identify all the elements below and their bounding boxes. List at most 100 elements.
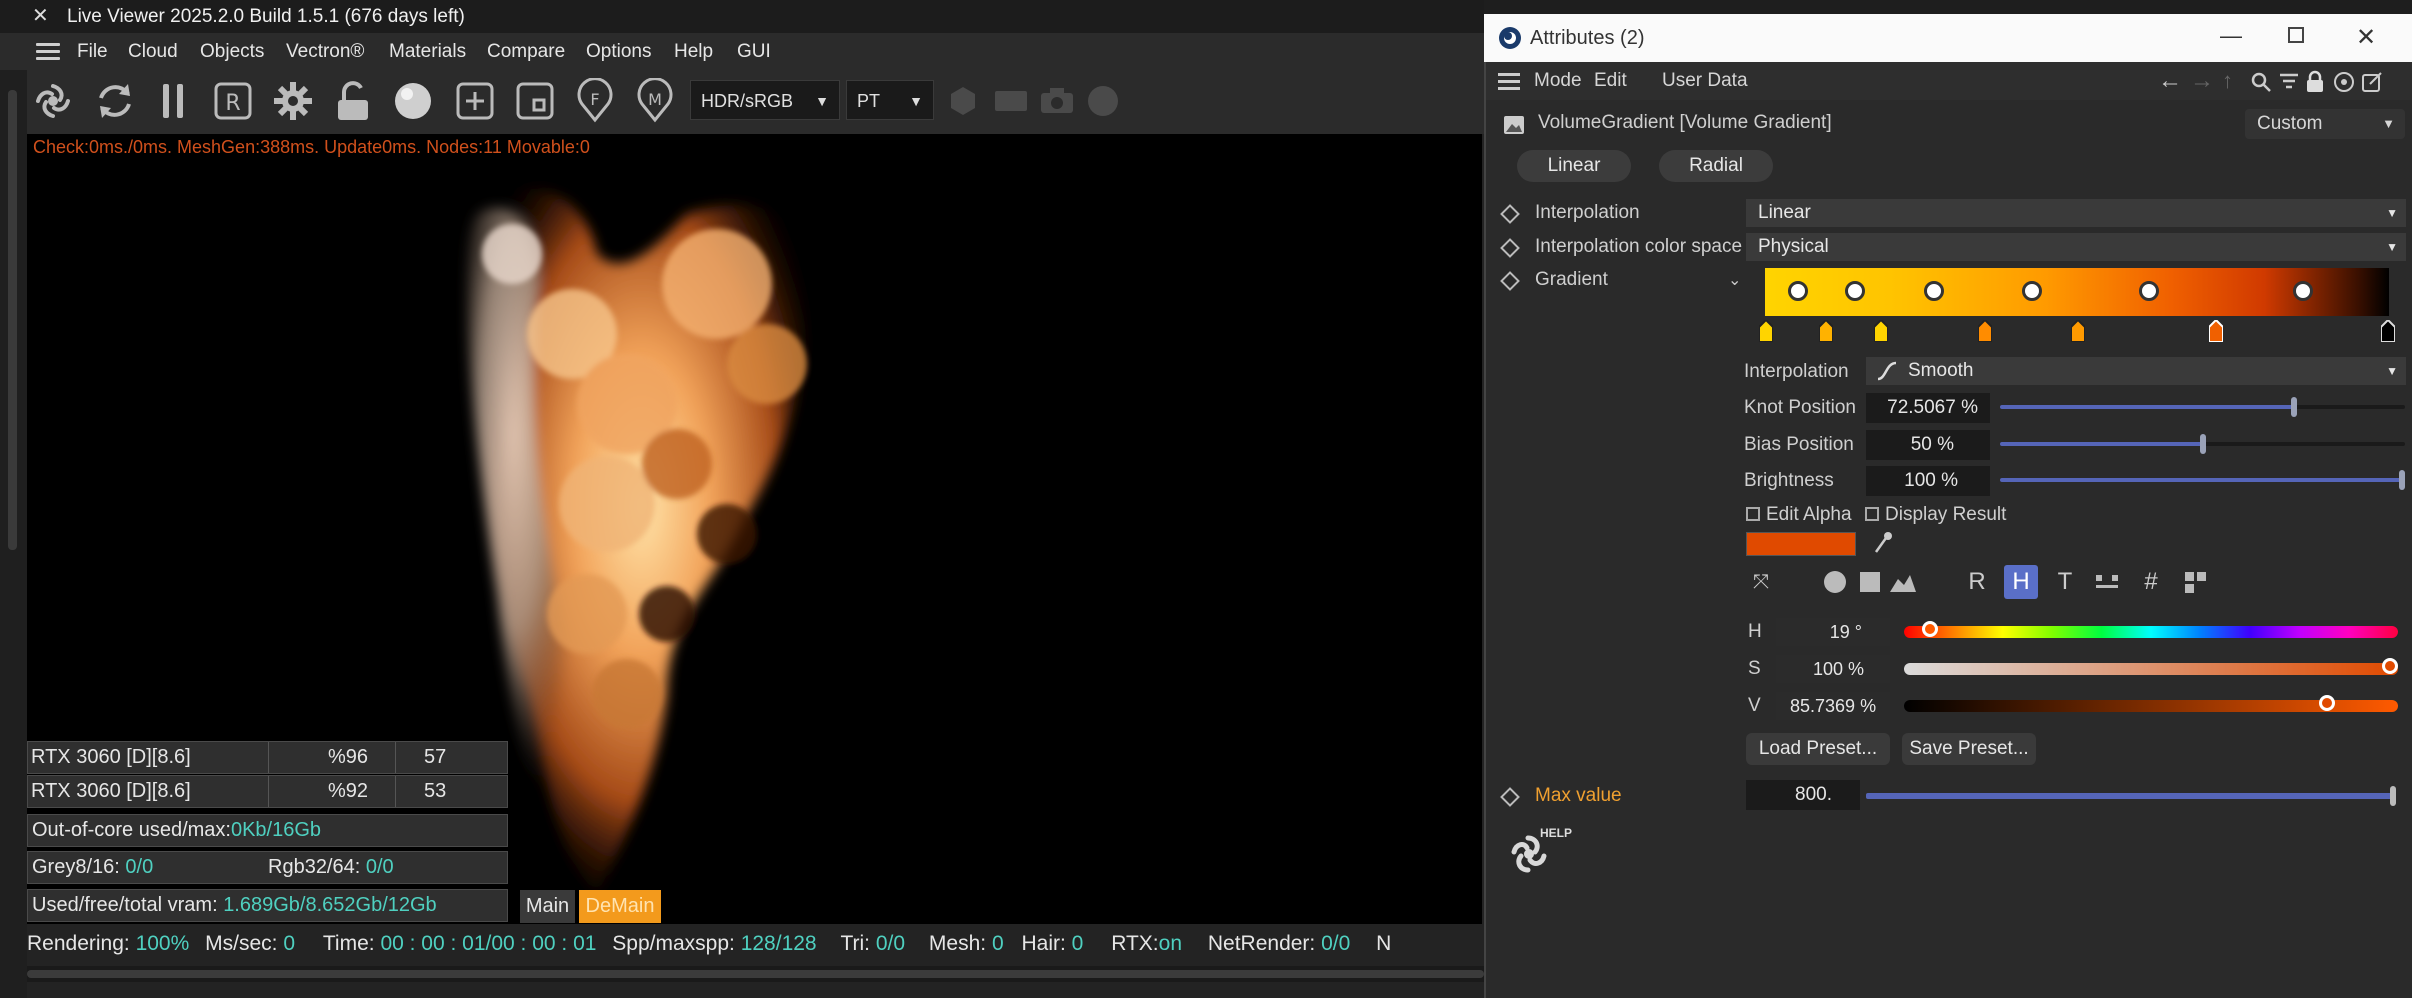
settings-gear-icon[interactable] bbox=[270, 78, 316, 124]
menu-cloud[interactable]: Cloud bbox=[128, 33, 178, 70]
search-icon[interactable] bbox=[2250, 71, 2272, 93]
target-icon[interactable] bbox=[2332, 70, 2356, 94]
load-preset-button[interactable]: Load Preset... bbox=[1746, 733, 1890, 765]
gradient-bias-knot[interactable] bbox=[2139, 281, 2159, 301]
color-space-select[interactable]: HDR/sRGB ▼ bbox=[690, 80, 840, 120]
material-pick-icon[interactable]: M bbox=[632, 78, 678, 124]
menu-vectron[interactable]: Vectron® bbox=[286, 33, 364, 70]
slider-knob[interactable] bbox=[2390, 786, 2396, 806]
add-region-icon[interactable] bbox=[452, 78, 498, 124]
edit-alpha-checkbox[interactable] bbox=[1746, 507, 1760, 521]
close-icon[interactable]: ✕ bbox=[32, 0, 49, 33]
hue-knob[interactable] bbox=[1922, 621, 1939, 637]
filter-icon[interactable] bbox=[2278, 71, 2300, 93]
menu-compare[interactable]: Compare bbox=[487, 33, 565, 70]
unlock-icon[interactable] bbox=[330, 78, 376, 124]
gradient-color-stop[interactable] bbox=[1874, 320, 1888, 342]
back-arrow-icon[interactable]: ← bbox=[2158, 62, 2182, 100]
menu-file[interactable]: File bbox=[77, 33, 108, 70]
saturation-slider[interactable] bbox=[1904, 658, 2398, 675]
tab-main[interactable]: Main bbox=[520, 890, 575, 923]
forward-arrow-icon[interactable]: → bbox=[2190, 62, 2214, 100]
slider-knob[interactable] bbox=[2199, 434, 2206, 454]
camera-icon[interactable] bbox=[1034, 78, 1080, 124]
gradient-color-stop[interactable] bbox=[1759, 320, 1773, 342]
new-window-icon[interactable] bbox=[2360, 70, 2384, 94]
eyedropper-icon[interactable] bbox=[1872, 530, 1894, 556]
up-arrow-icon[interactable]: ↑ bbox=[2222, 62, 2233, 100]
tab-radial[interactable]: Radial bbox=[1659, 150, 1773, 182]
viewer-horizontal-scrollbar[interactable] bbox=[27, 966, 1484, 982]
collapse-icon[interactable]: ⤧ bbox=[1744, 565, 1778, 599]
hex-dots-icon[interactable] bbox=[2090, 565, 2124, 599]
focus-pick-icon[interactable]: F bbox=[572, 78, 618, 124]
octane-logo-icon[interactable] bbox=[30, 78, 76, 124]
hue-slider[interactable] bbox=[1904, 621, 2398, 638]
tab-linear[interactable]: Linear bbox=[1517, 150, 1631, 182]
h-field[interactable]: 19 ° bbox=[1776, 618, 1890, 646]
save-preset-button[interactable]: Save Preset... bbox=[1902, 733, 2036, 765]
menu-edit[interactable]: Edit bbox=[1594, 62, 1627, 100]
menu-objects[interactable]: Objects bbox=[200, 33, 264, 70]
knot-position-slider[interactable] bbox=[2000, 397, 2405, 417]
gradient-color-stop[interactable] bbox=[1978, 320, 1992, 342]
gradient-color-stop[interactable] bbox=[1819, 320, 1833, 342]
hamburger-menu-icon[interactable] bbox=[36, 43, 60, 61]
temperature-mode-button[interactable]: T bbox=[2048, 565, 2082, 599]
value-knob[interactable] bbox=[2319, 695, 2336, 711]
s-field[interactable]: 100 % bbox=[1776, 655, 1890, 683]
menu-user-data[interactable]: User Data bbox=[1662, 62, 1748, 100]
interpolation-select[interactable]: Linear ▼ bbox=[1746, 199, 2406, 227]
slider-knob[interactable] bbox=[2290, 397, 2297, 417]
region-render-icon[interactable]: R bbox=[210, 78, 256, 124]
saturation-knob[interactable] bbox=[2382, 658, 2398, 674]
minimize-icon[interactable]: — bbox=[2220, 12, 2242, 60]
display-result-checkbox[interactable] bbox=[1865, 507, 1879, 521]
brightness-field[interactable]: 100 % bbox=[1866, 466, 1990, 496]
refresh-icon[interactable] bbox=[92, 78, 138, 124]
color-wheel-icon[interactable] bbox=[1818, 565, 1852, 599]
value-slider[interactable] bbox=[1904, 695, 2398, 712]
gradient-bias-knot[interactable] bbox=[1924, 281, 1944, 301]
chevron-down-icon[interactable]: ⌄ bbox=[1728, 270, 1741, 290]
viewer-left-scrollbar[interactable] bbox=[0, 70, 27, 998]
color-square-icon[interactable] bbox=[1853, 565, 1887, 599]
hsv-mode-button[interactable]: H bbox=[2004, 565, 2038, 599]
hex-mode-button[interactable]: # bbox=[2134, 565, 2168, 599]
v-field[interactable]: 85.7369 % bbox=[1776, 692, 1890, 720]
maximize-icon[interactable] bbox=[2288, 27, 2304, 43]
focus-region-icon[interactable] bbox=[512, 78, 558, 124]
gradient-bias-knot[interactable] bbox=[2022, 281, 2042, 301]
kernel-select[interactable]: PT ▼ bbox=[846, 80, 934, 120]
gradient-color-stop[interactable] bbox=[2381, 320, 2395, 342]
close-icon[interactable]: ✕ bbox=[2356, 14, 2376, 62]
interp-color-space-select[interactable]: Physical ▼ bbox=[1746, 233, 2406, 261]
gradient-bias-knot[interactable] bbox=[2293, 281, 2313, 301]
gradient-bias-knot[interactable] bbox=[1788, 281, 1808, 301]
menu-materials[interactable]: Materials bbox=[389, 33, 466, 70]
bias-position-field[interactable]: 50 % bbox=[1866, 430, 1990, 460]
slider-knob[interactable] bbox=[2399, 470, 2405, 490]
tab-demain[interactable]: DeMain bbox=[579, 890, 661, 923]
rgb-mode-button[interactable]: R bbox=[1960, 565, 1994, 599]
lock-icon[interactable] bbox=[2304, 70, 2326, 94]
swatches-icon[interactable] bbox=[2178, 565, 2212, 599]
max-value-slider[interactable] bbox=[1866, 786, 2396, 806]
knot-position-field[interactable]: 72.5067 % bbox=[1866, 393, 1990, 423]
film-frame-icon[interactable] bbox=[988, 78, 1034, 124]
menu-options[interactable]: Options bbox=[586, 33, 651, 70]
record-icon[interactable] bbox=[1080, 78, 1126, 124]
gradient-color-stop-selected[interactable] bbox=[2209, 320, 2223, 342]
gradient-bias-knot[interactable] bbox=[1845, 281, 1865, 301]
menu-mode[interactable]: Mode bbox=[1534, 62, 1582, 100]
hamburger-menu-icon[interactable] bbox=[1498, 73, 1520, 90]
gradient-color-stop[interactable] bbox=[2071, 320, 2085, 342]
hexagon-icon[interactable] bbox=[940, 78, 986, 124]
menu-gui[interactable]: GUI bbox=[737, 33, 771, 70]
max-value-field[interactable]: 800. bbox=[1746, 780, 1860, 810]
brightness-slider[interactable] bbox=[2000, 470, 2405, 490]
menu-help[interactable]: Help bbox=[674, 33, 713, 70]
spectrum-icon[interactable] bbox=[1886, 565, 1920, 599]
pause-icon[interactable] bbox=[150, 78, 196, 124]
knot-interpolation-select[interactable]: Smooth ▼ bbox=[1866, 357, 2406, 385]
